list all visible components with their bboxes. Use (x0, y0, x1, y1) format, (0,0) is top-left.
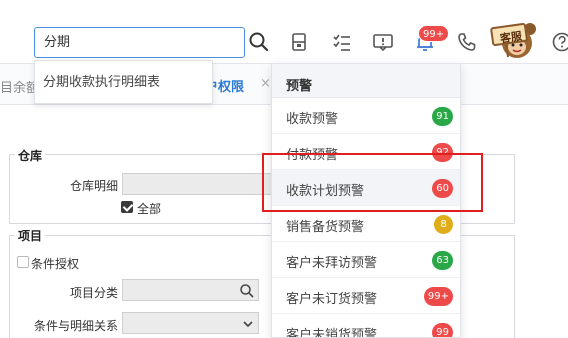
alert-item[interactable]: 客户未销货预警 99 (272, 314, 460, 338)
message-icon[interactable] (372, 31, 394, 53)
alert-item-label: 收款预警 (286, 112, 339, 127)
notification-badge: 99+ (418, 25, 450, 42)
warehouse-legend: 仓库 (15, 147, 46, 164)
alerts-dropdown: 预警 收款预警 91 付款预警 92 收款计划预警 60 销售备货预警 8 客户未拜访预警 63 客… (271, 63, 461, 338)
alert-count-badge: 8 (434, 215, 453, 234)
alert-count-badge: 91 (432, 107, 453, 126)
alert-item[interactable]: 客户未拜访预警 63 (272, 242, 460, 278)
search-suggestion-item[interactable]: 分期收款执行明细表 (34, 60, 213, 104)
alert-item-label: 收款计划预警 (286, 184, 365, 199)
alert-count-badge: 60 (432, 179, 453, 198)
alert-item-label: 客户未订货预警 (286, 292, 378, 307)
top-header: 分期 99+ 客服 (0, 0, 568, 62)
project-legend: 项目 (15, 227, 46, 244)
checklist-icon[interactable] (331, 31, 353, 53)
alert-item[interactable]: 收款预警 91 (272, 98, 460, 134)
conditional-auth-checkbox[interactable] (17, 256, 29, 268)
condition-relation-label: 条件与明细关系 (33, 319, 118, 333)
category-search-icon[interactable] (238, 282, 256, 300)
warehouse-all-label: 全部 (137, 202, 162, 216)
alert-count-badge: 63 (432, 251, 453, 270)
alert-count-badge: 99 (432, 323, 453, 337)
document-icon[interactable] (288, 31, 310, 53)
alert-item-label: 客户未拜访预警 (286, 256, 378, 271)
warehouse-all-checkbox[interactable] (121, 201, 133, 213)
alert-item[interactable]: 客户未订货预警 99+ (272, 278, 460, 314)
help-icon[interactable] (551, 31, 568, 53)
search-icon[interactable] (247, 30, 271, 54)
phone-icon[interactable] (456, 31, 478, 53)
condition-relation-select[interactable] (122, 312, 259, 334)
project-category-label: 项目分类 (69, 286, 118, 300)
alert-item-label: 付款预警 (286, 148, 339, 163)
alert-count-badge: 99+ (423, 287, 453, 306)
chevron-down-icon (243, 321, 253, 328)
warehouse-detail-label: 仓库明细 (69, 179, 118, 193)
project-category-field[interactable] (122, 279, 259, 301)
alert-item[interactable]: 销售备货预警 8 (272, 206, 460, 242)
warehouse-detail-field[interactable] (122, 173, 272, 195)
tab-close-icon[interactable]: × (260, 76, 271, 91)
alert-item[interactable]: 付款预警 92 (272, 134, 460, 170)
alert-item[interactable]: 收款计划预警 60 (272, 170, 460, 206)
alert-item-label: 销售备货预警 (286, 220, 365, 235)
alert-item-label: 客户未销货预警 (286, 328, 378, 338)
alerts-title: 预警 (286, 79, 313, 94)
search-input[interactable]: 分期 (34, 27, 245, 58)
conditional-auth-label: 条件授权 (31, 257, 80, 271)
alert-count-badge: 92 (432, 143, 453, 162)
